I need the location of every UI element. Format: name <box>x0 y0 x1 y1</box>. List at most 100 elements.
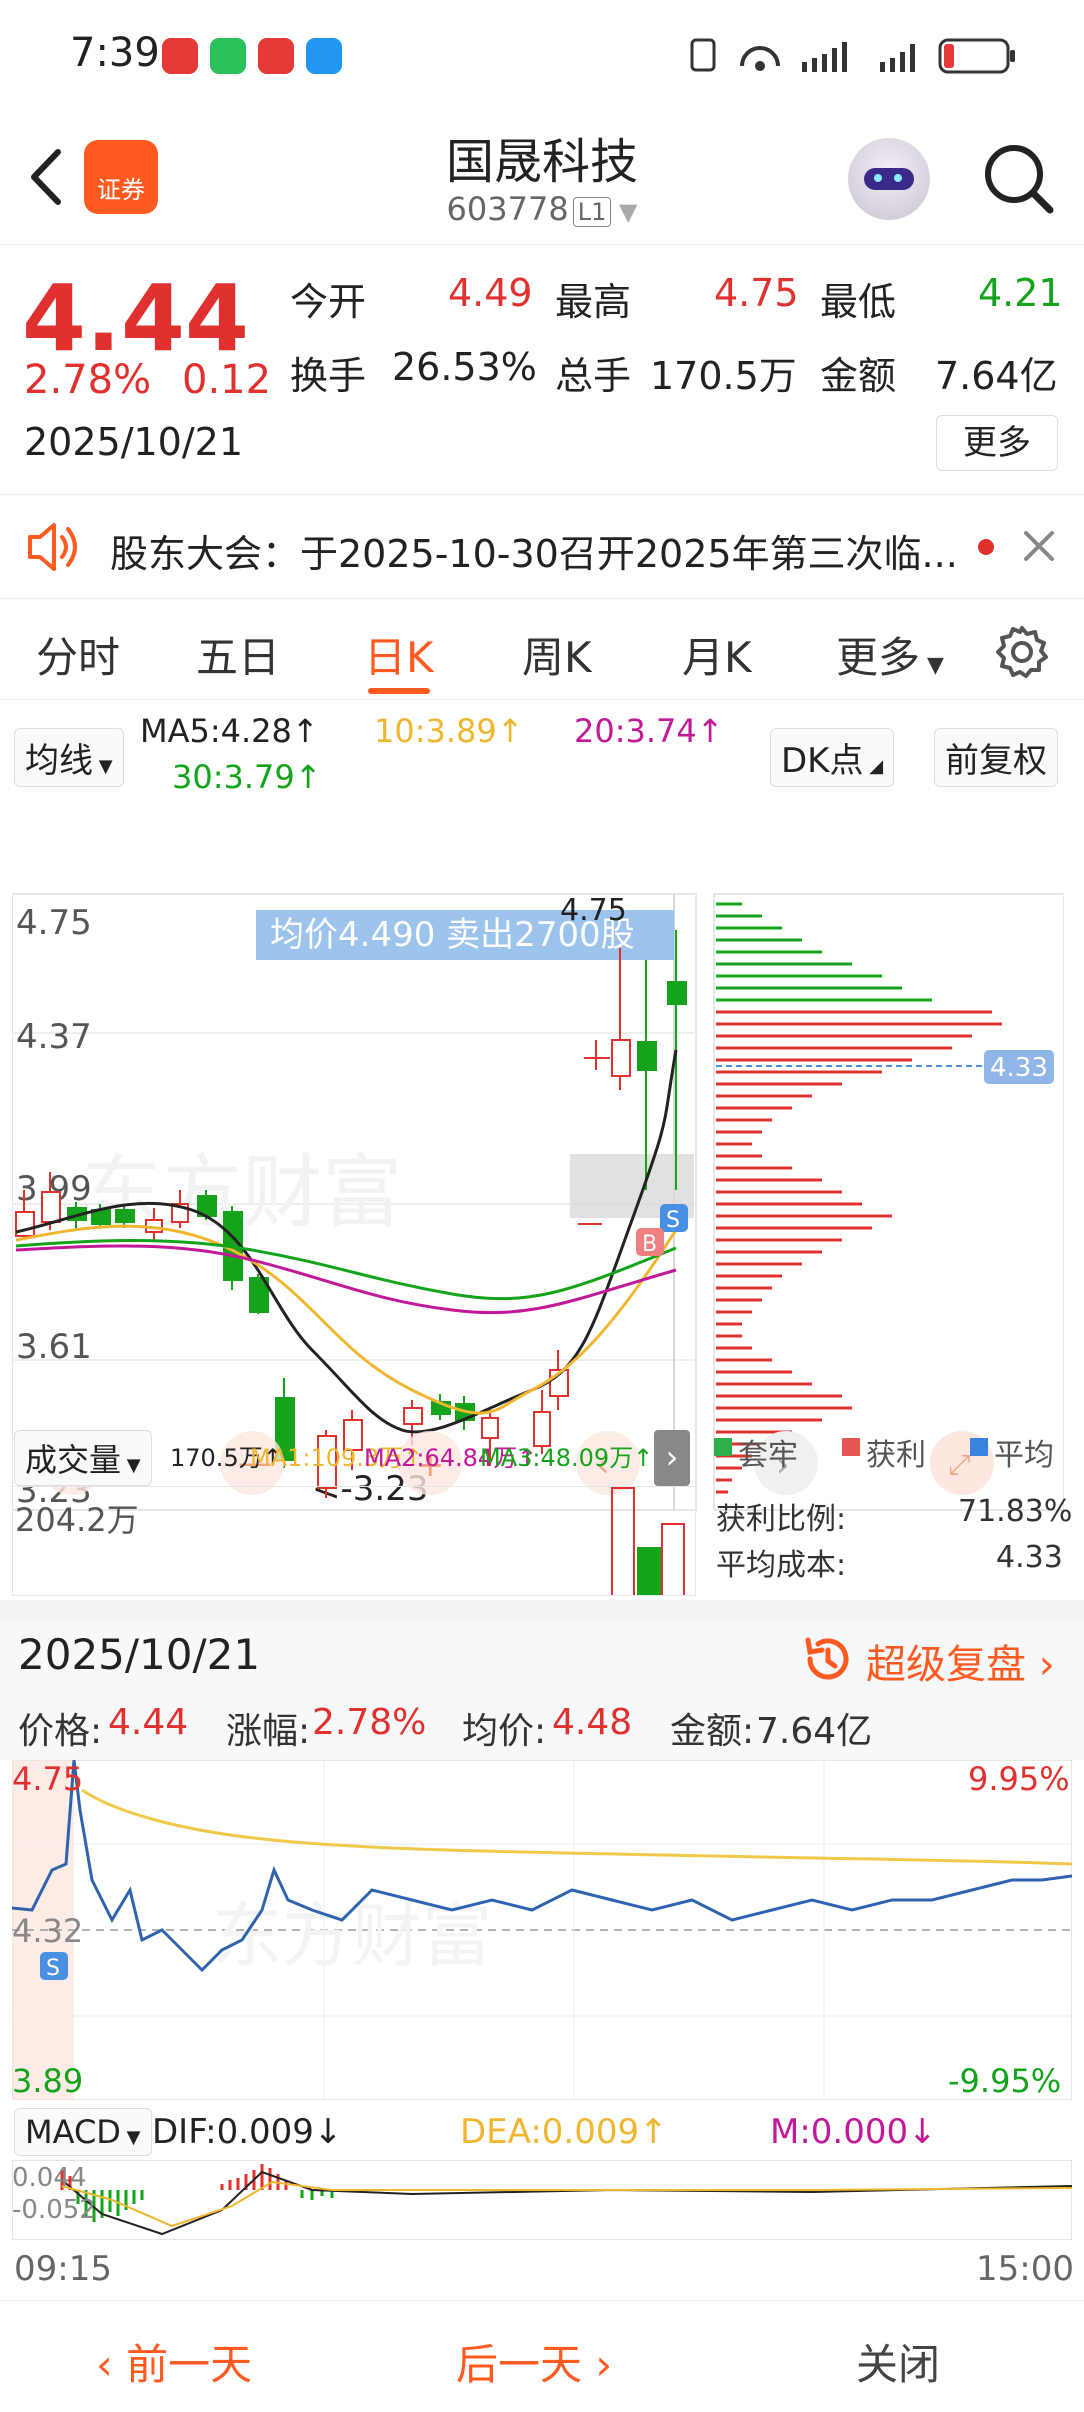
y-label: 4.75 <box>16 903 92 943</box>
assistant-robot-icon[interactable] <box>848 138 930 220</box>
macd-top: 0.044 <box>12 2163 86 2193</box>
quote-panel: 4.44 2.78% 0.12 2025/10/21 今开 4.49 最高 4.… <box>0 245 1084 495</box>
chip-distribution <box>716 902 1052 1494</box>
dif-value: DIF:0.009↓ <box>152 2112 343 2152</box>
more-button[interactable]: 更多 <box>936 415 1058 471</box>
next-day-button[interactable]: 后一天 › <box>456 2331 612 2392</box>
turnover-label: 换手 <box>290 354 367 398</box>
dk-point-select[interactable]: DK点 ◢ <box>770 728 895 787</box>
app-notification-icon <box>258 38 294 74</box>
adjust-select[interactable]: 前复权 <box>934 728 1058 787</box>
macd-bottom: -0.052 <box>12 2195 96 2225</box>
ma30-value: 30:3.79↑ <box>172 758 322 796</box>
volume-label: 总手 <box>555 354 632 398</box>
change-amount: 0.12 <box>182 357 272 403</box>
close-button[interactable]: 关闭 <box>856 2331 940 2392</box>
volume-max: 204.2万 <box>15 1501 139 1539</box>
amount-label: 金额: <box>670 1711 755 1752</box>
ma-indicator-row: 均线 ▼ MA5:4.28↑ 10:3.89↑ 20:3.74↑ 30:3.79… <box>0 700 1084 800</box>
vol-ma3: MA3:48.09万↑ <box>480 1444 654 1472</box>
clock-icon <box>805 1637 849 1680</box>
ma10-value: 10:3.89↑ <box>374 712 524 750</box>
stock-header: 证券 国晟科技 603778 L1 ▼ <box>0 110 1084 245</box>
avg-cost-label: 平均成本: <box>716 1548 847 1583</box>
ma-select[interactable]: 均线 ▼ <box>14 728 124 787</box>
m-value: M:0.000↓ <box>770 2112 937 2152</box>
avg-label: 均价: <box>462 1711 547 1752</box>
chevron-left-icon: ‹ <box>96 2340 127 2389</box>
gear-icon[interactable] <box>994 624 1050 680</box>
detail-date: 2025/10/21 <box>18 1630 261 1679</box>
amount-label: 金额 <box>820 354 897 398</box>
search-icon[interactable] <box>978 138 1058 218</box>
volume-value: 170.5万 <box>650 354 797 398</box>
last-price: 4.44 <box>22 265 249 372</box>
pct-top: 9.95% <box>968 1760 1070 1798</box>
tab-intraday[interactable]: 分时 <box>36 624 120 685</box>
open-label: 今开 <box>290 280 367 324</box>
divider <box>0 1600 1084 1620</box>
y-bottom: 3.89 <box>12 2062 83 2100</box>
watermark: 东方财富 <box>212 1895 492 1977</box>
status-time: 7:39 <box>70 30 160 76</box>
change-percent: 2.78% <box>24 357 152 403</box>
close-icon[interactable] <box>1022 529 1056 563</box>
super-replay-link[interactable]: 超级复盘 › <box>866 1632 1055 1690</box>
sell-marker-text: S <box>46 1956 60 1981</box>
chevron-right-icon: › <box>582 2340 613 2389</box>
volume-select[interactable]: 成交量 ▼ <box>14 1430 152 1486</box>
app-notification-icon <box>162 38 198 74</box>
caret-down-icon: ▼ <box>93 756 113 777</box>
tab-more[interactable]: 更多 ▼ <box>836 624 944 685</box>
pct-bottom: -9.95% <box>948 2062 1061 2100</box>
price-value: 4.44 <box>108 1702 189 1743</box>
cost-value: 4.33 <box>990 1053 1048 1083</box>
high-label: 最高 <box>555 280 632 324</box>
y-label: 3.61 <box>16 1327 92 1367</box>
turnover-value: 26.53% <box>392 345 537 389</box>
replay-detail-header: 2025/10/21 超级复盘 › 价格: 4.44 涨幅: 2.78% 均价:… <box>0 1620 1084 1760</box>
bottom-bar: ‹ 前一天 后一天 › 关闭 <box>0 2300 1084 2412</box>
avg-value: 4.48 <box>552 1702 633 1743</box>
notice-bar[interactable]: 股东大会：于2025-10-30召开2025年第三次临... <box>0 495 1084 599</box>
notice-text: 股东大会：于2025-10-30召开2025年第三次临... <box>110 532 958 576</box>
volume-chart: 204.2万 <box>12 1486 696 1596</box>
macd-select[interactable]: MACD ▼ <box>14 2108 152 2156</box>
buy-marker-text: B <box>642 1232 657 1257</box>
low-value: 4.21 <box>978 271 1063 315</box>
prev-day-button[interactable]: ‹ 前一天 <box>96 2331 252 2392</box>
caret-down-icon: ▼ <box>920 653 944 678</box>
y-mid: 4.32 <box>12 1912 83 1950</box>
stock-code: 603778 <box>446 190 569 228</box>
ma20-value: 20:3.74↑ <box>574 712 724 750</box>
active-tab-indicator <box>368 688 430 694</box>
profit-ratio: 71.83% <box>958 1494 1073 1529</box>
unread-dot <box>978 539 994 555</box>
tab-five-day[interactable]: 五日 <box>196 624 280 685</box>
low-label: 最低 <box>820 280 897 324</box>
chevron-down-icon: ▼ <box>611 198 638 226</box>
high-mark: 4.75 <box>560 893 627 928</box>
chevron-right-icon: › <box>1026 1642 1055 1688</box>
high-value: 4.75 <box>714 271 799 315</box>
pct-label: 涨幅: <box>226 1711 311 1752</box>
macd-chart: 0.044 -0.052 <box>12 2160 1072 2240</box>
quote-date: 2025/10/21 <box>24 420 244 464</box>
level-badge: L1 <box>572 197 612 227</box>
speaker-icon <box>28 523 77 571</box>
y-top: 4.75 <box>12 1760 83 1798</box>
expand-arrow-icon[interactable]: › <box>654 1430 690 1486</box>
tab-daily-k[interactable]: 日K <box>364 624 434 685</box>
sell-marker-text: S <box>666 1208 680 1233</box>
price-label: 价格: <box>18 1711 103 1752</box>
macd-row: MACD ▼ DIF:0.009↓ DEA:0.009↑ M:0.000↓ <box>0 2100 1084 2160</box>
period-tabs: 分时 五日 日K 周K 月K 更多 ▼ <box>0 600 1084 700</box>
intraday-chart[interactable]: 东方财富 4.75 4.32 3.89 9.95% -9.95% S <box>12 1760 1072 2100</box>
tab-weekly-k[interactable]: 周K <box>522 624 592 685</box>
time-end: 15:00 <box>976 2249 1074 2289</box>
time-axis: 09:15 15:00 <box>0 2245 1084 2295</box>
tab-monthly-k[interactable]: 月K <box>682 624 752 685</box>
legend-profit: 获利 <box>866 1438 926 1473</box>
open-value: 4.49 <box>448 271 533 315</box>
legend-avg: 平均 <box>994 1438 1054 1473</box>
